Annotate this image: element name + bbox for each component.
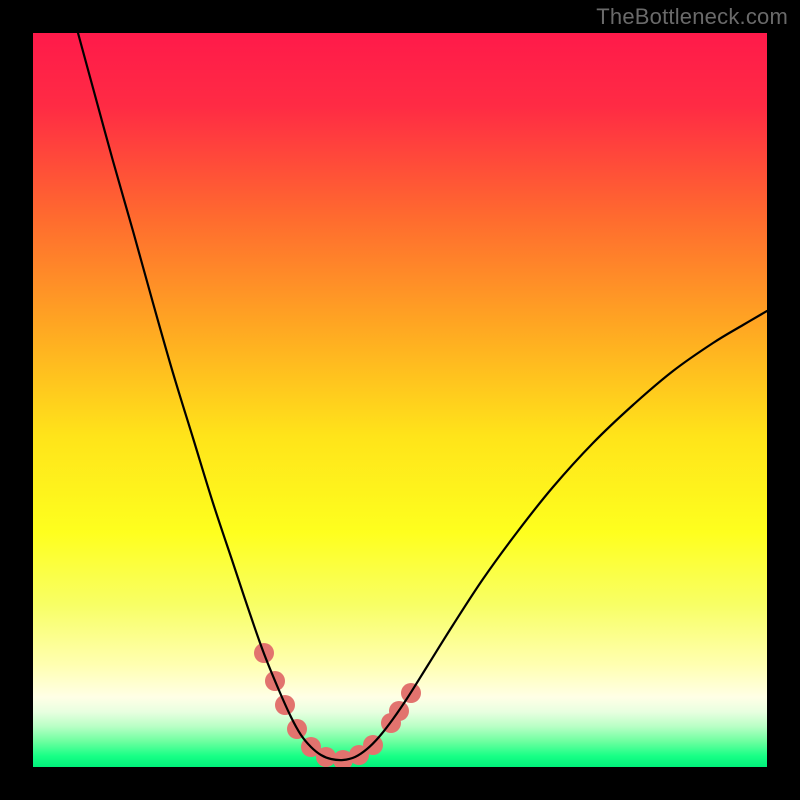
plot-area (33, 33, 767, 767)
gradient-background (33, 33, 767, 767)
watermark-text: TheBottleneck.com (596, 4, 788, 30)
chart-frame: TheBottleneck.com (0, 0, 800, 800)
chart-svg (33, 33, 767, 767)
